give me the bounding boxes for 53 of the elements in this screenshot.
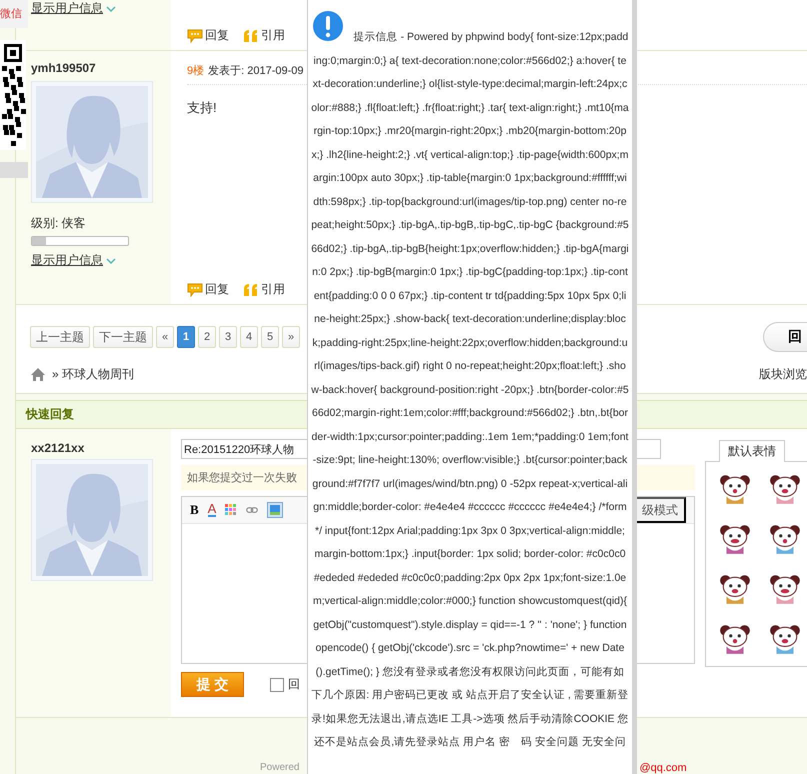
breadcrumb-link[interactable]: » 环球人物周刊 [52, 366, 134, 383]
checkbox-label: 回 [288, 676, 300, 693]
show-user-info-link[interactable]: 显示用户信息 [31, 252, 116, 269]
next-topic-button[interactable]: 下一主题 [93, 326, 153, 348]
show-user-info-link[interactable]: 显示用户信息 [31, 0, 116, 17]
reply-action[interactable]: 回复 [187, 281, 229, 298]
panda-emoticon[interactable] [768, 622, 802, 656]
page-button[interactable]: 4 [240, 326, 258, 348]
footer-email: @qq.com [639, 762, 687, 774]
emoticon-tab[interactable]: 默认表情 [719, 440, 785, 462]
level-label: 级别: 侠客 [31, 215, 86, 232]
previous-topic-button[interactable]: 上一主题 [30, 326, 90, 348]
speech-bubble-icon [187, 282, 203, 296]
color-grid-icon[interactable] [225, 504, 238, 516]
panda-emoticon[interactable] [718, 472, 752, 506]
last-page-button[interactable]: » [282, 326, 300, 348]
browse-label: 版块浏览 [759, 366, 807, 383]
chevron-icon [106, 6, 116, 12]
quote-icon [243, 282, 259, 296]
page-button[interactable]: 3 [219, 326, 237, 348]
panda-emoticon[interactable] [768, 572, 802, 606]
sidebar-bar [0, 162, 28, 178]
panda-emoticon[interactable] [718, 522, 752, 556]
footer-text: Powered [260, 762, 300, 774]
speech-bubble-icon [187, 28, 203, 42]
page-button[interactable]: 5 [261, 326, 279, 348]
image-icon[interactable] [267, 502, 284, 518]
link-icon[interactable] [246, 504, 258, 516]
font-color-button[interactable]: A [208, 503, 216, 517]
floor-number: 9楼 [187, 64, 204, 78]
panda-emoticon[interactable] [768, 522, 802, 556]
info-icon [312, 10, 344, 42]
quote-action[interactable]: 引用 [243, 27, 285, 44]
username: ymh199507 [31, 61, 96, 75]
advanced-mode-tab[interactable]: 级模式 [635, 497, 686, 523]
qr-code-icon [0, 40, 26, 150]
reply-action[interactable]: 回复 [187, 27, 229, 44]
post-date: 发表于: 2017-09-09 [208, 64, 304, 78]
panda-emoticon[interactable] [718, 622, 752, 656]
bold-button[interactable]: B [190, 502, 199, 518]
quote-icon [243, 28, 259, 42]
panda-emoticon[interactable] [768, 472, 802, 506]
chevron-icon [106, 258, 116, 264]
username: xx2121xx [31, 441, 84, 455]
panda-emoticon[interactable] [718, 572, 752, 606]
home-icon[interactable] [30, 367, 46, 382]
checkbox[interactable] [270, 678, 284, 692]
post-body: 支持! [187, 99, 217, 117]
page-button[interactable]: 2 [198, 326, 216, 348]
wechat-label[interactable]: 微信 [0, 0, 28, 28]
quote-action[interactable]: 引用 [243, 281, 285, 298]
reply-button[interactable]: 回 [763, 322, 807, 352]
first-page-button[interactable]: « [156, 326, 174, 348]
